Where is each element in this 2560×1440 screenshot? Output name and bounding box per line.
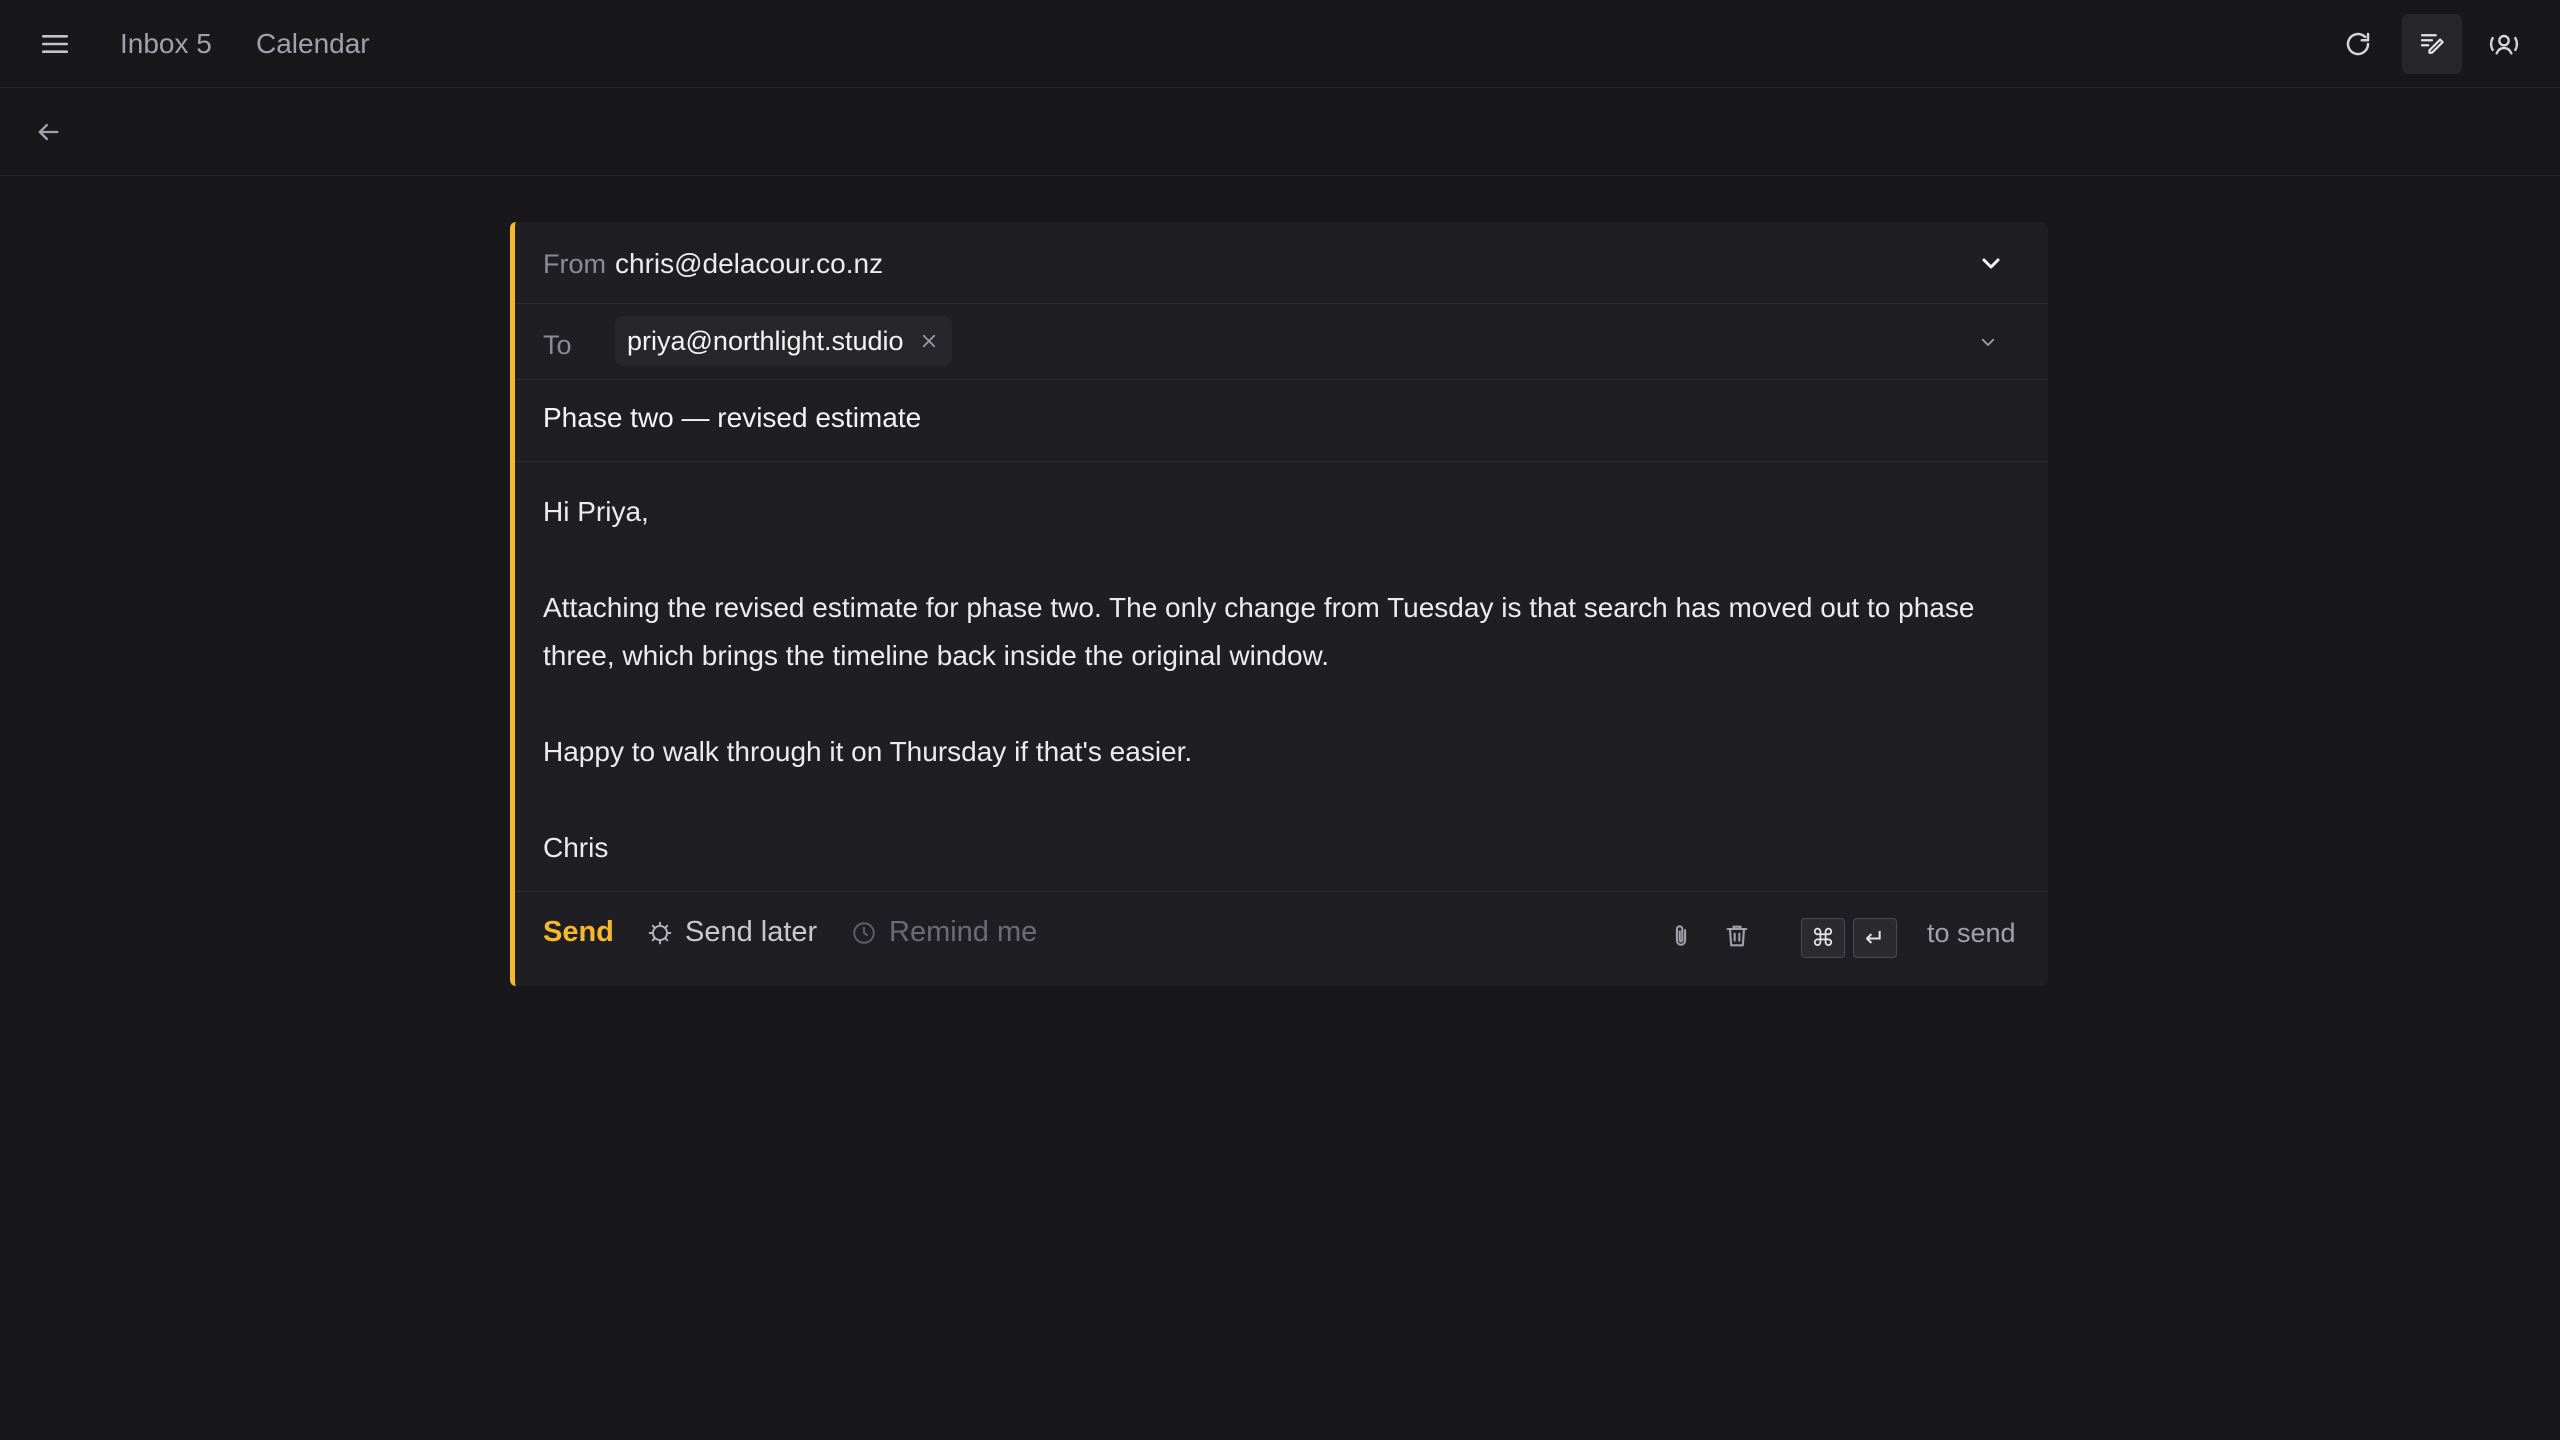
chevron-down-icon [1981, 338, 1995, 346]
from-row: From chris@delacour.co.nz [515, 222, 2048, 304]
arrow-left-icon [38, 123, 59, 141]
command-key-hint: ⌘ [1801, 918, 1845, 958]
menu-icon [42, 35, 68, 53]
sub-toolbar [0, 88, 2560, 176]
from-label: From [543, 249, 606, 279]
account-icon [2490, 34, 2518, 55]
discard-button[interactable] [1717, 916, 1757, 956]
attach-button[interactable] [1661, 916, 1701, 956]
to-row: To priya@northlight.studio [515, 304, 2048, 380]
from-dropdown-button[interactable] [1974, 246, 2008, 280]
body-paragraph: Attaching the revised estimate for phase… [543, 592, 1975, 671]
remind-me-label: Remind me [889, 916, 1038, 948]
trash-icon [1726, 925, 1748, 947]
composer-footer: Send Send later Remind me ⌘ ↵ to send [515, 892, 2048, 982]
email-composer: From chris@delacour.co.nz To priya@north… [510, 222, 2048, 986]
menu-button[interactable] [32, 24, 78, 64]
compose-icon [2420, 34, 2444, 54]
remind-me-button[interactable]: Remind me [851, 916, 1037, 949]
from-value[interactable]: chris@delacour.co.nz [615, 248, 883, 280]
top-bar: Inbox 5 Calendar [0, 0, 2560, 88]
tab-calendar[interactable]: Calendar [256, 26, 370, 62]
recipient-chip[interactable]: priya@northlight.studio [615, 316, 952, 366]
tab-inbox[interactable]: Inbox 5 [120, 26, 212, 62]
clock-icon [853, 921, 875, 944]
recipient-email: priya@northlight.studio [627, 325, 904, 356]
refresh-icon [2346, 32, 2370, 56]
to-dropdown-button[interactable] [1974, 328, 2002, 356]
close-icon [922, 334, 935, 348]
remove-recipient-button[interactable] [918, 330, 940, 352]
refresh-button[interactable] [2328, 14, 2388, 74]
send-later-button[interactable]: Send later [647, 916, 817, 949]
body-paragraph: Chris [543, 832, 609, 863]
back-button[interactable] [28, 112, 68, 152]
chevron-down-icon [1982, 258, 2000, 269]
body-paragraph: Hi Priya, [543, 496, 649, 527]
compose-button[interactable] [2402, 14, 2462, 74]
subject-row: Phase two — revised estimate [515, 380, 2048, 462]
body-paragraph: Happy to walk through it on Thursday if … [543, 736, 1193, 767]
paperclip-icon [1675, 925, 1687, 946]
enter-key-hint: ↵ [1853, 918, 1897, 958]
shortcut-hint-label: to send [1927, 918, 2016, 948]
message-body[interactable]: Hi Priya, Attaching the revised estimate… [515, 462, 2048, 892]
snooze-icon [648, 921, 672, 944]
send-button[interactable]: Send [543, 916, 614, 949]
account-button[interactable] [2474, 14, 2534, 74]
send-later-label: Send later [685, 916, 818, 948]
to-label: To [543, 330, 572, 360]
subject-field[interactable]: Phase two — revised estimate [543, 402, 921, 434]
